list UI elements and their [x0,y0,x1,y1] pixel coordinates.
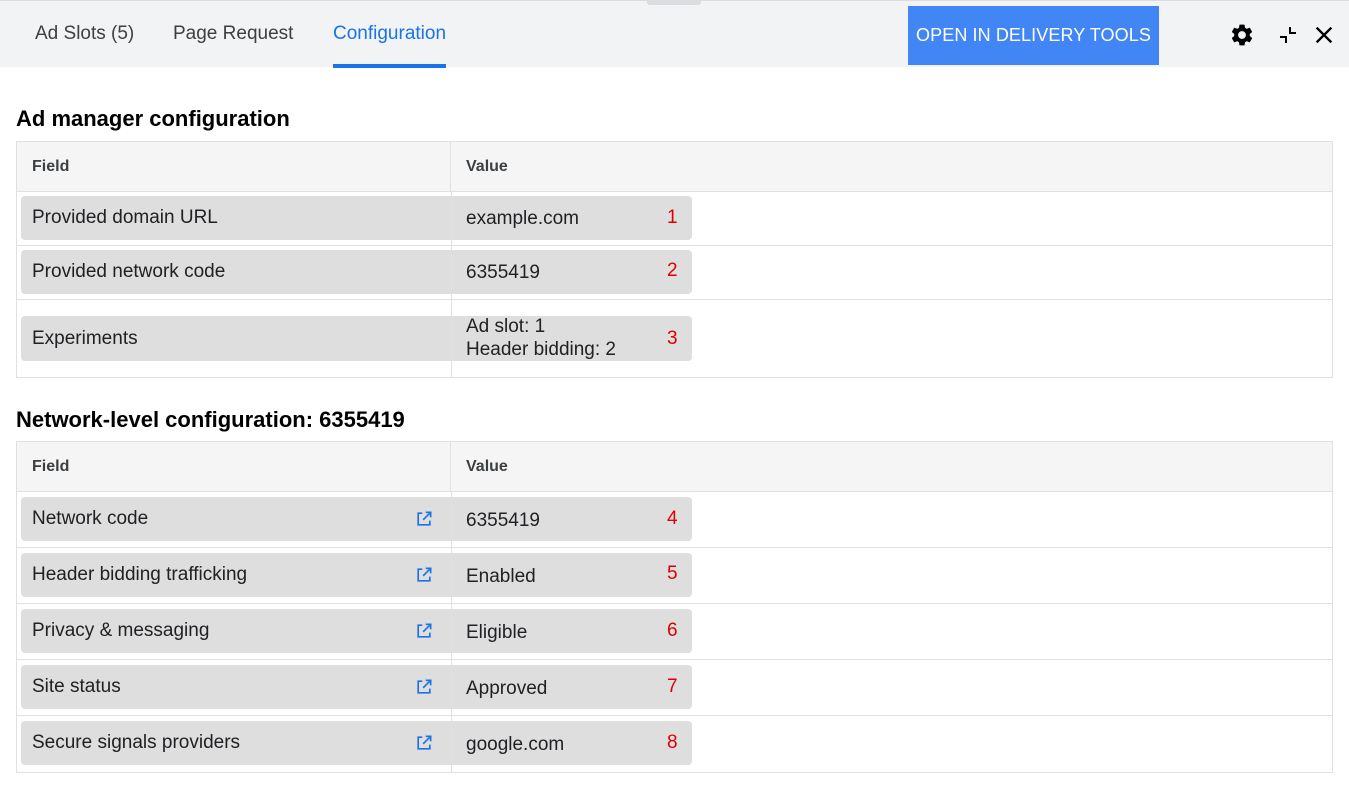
field-value: google.com [466,734,565,755]
field-label: Secure signals providers [32,732,241,753]
table-row: Privacy & messaging Eligible 6 [17,604,1332,660]
table-header: Field Value [17,442,1332,492]
field-value: example.com [466,208,579,229]
field-value: Ad slot: 1 [466,316,546,337]
open-in-delivery-tools-button[interactable]: OPEN IN DELIVERY TOOLS [908,6,1159,65]
row-marker: 7 [667,676,678,697]
field-label: Experiments [32,328,138,349]
field-value: 6355419 [466,262,540,283]
table-row: Header bidding trafficking Enabled 5 [17,548,1332,604]
ad-manager-section-title: Ad manager configuration [16,106,290,131]
open-in-new-icon[interactable] [414,565,434,585]
table-row: Provided network code 6355419 2 [17,246,1332,300]
gear-icon[interactable] [1228,21,1256,49]
field-value-line2: Header bidding: 2 [466,339,616,360]
field-value: 6355419 [466,510,540,531]
tab-ad-slots[interactable]: Ad Slots (5) [35,1,134,68]
row-marker: 8 [667,732,678,753]
field-label: Network code [32,508,149,529]
field-label: Header bidding trafficking [32,564,248,585]
table-row: Experiments Ad slot: 1 Header bidding: 2… [17,300,1332,377]
open-in-new-icon[interactable] [414,677,434,697]
open-in-new-icon[interactable] [414,733,434,753]
open-in-new-icon[interactable] [414,621,434,641]
ad-manager-table: Field Value Provided domain URL example.… [16,141,1333,378]
row-marker: 2 [667,260,678,281]
table-header: Field Value [17,142,1332,192]
row-marker: 5 [667,563,678,584]
field-label: Site status [32,676,121,697]
drag-handle[interactable] [647,0,701,5]
field-value: Eligible [466,622,528,643]
table-row: Site status Approved 7 [17,660,1332,716]
row-marker: 1 [667,207,678,228]
field-label: Provided domain URL [32,207,218,228]
close-icon[interactable] [1310,21,1338,49]
minimize-icon[interactable] [1274,21,1302,49]
table-row: Network code 6355419 4 [17,492,1332,548]
field-value: Approved [466,678,548,699]
row-marker: 3 [667,328,678,349]
table-row: Provided domain URL example.com 1 [17,192,1332,246]
tab-configuration[interactable]: Configuration [333,1,447,68]
network-table: Field Value Network code 6355419 4 Heade… [16,441,1333,773]
header-value: Value [466,158,508,175]
header-value: Value [466,458,508,475]
top-bar: Ad Slots (5) Page Request Configuration … [0,0,1349,68]
table-row: Secure signals providers google.com 8 [17,716,1332,772]
row-marker: 6 [667,620,678,641]
tab-page-request[interactable]: Page Request [173,1,293,68]
header-field: Field [17,442,451,491]
header-field: Field [17,142,451,191]
field-label: Provided network code [32,261,226,282]
row-marker: 4 [667,508,678,529]
row-highlight [21,665,692,709]
network-section-title: Network-level configuration: 6355419 [16,407,405,432]
field-label: Privacy & messaging [32,620,210,641]
open-in-new-icon[interactable] [414,509,434,529]
field-value: Enabled [466,566,536,587]
